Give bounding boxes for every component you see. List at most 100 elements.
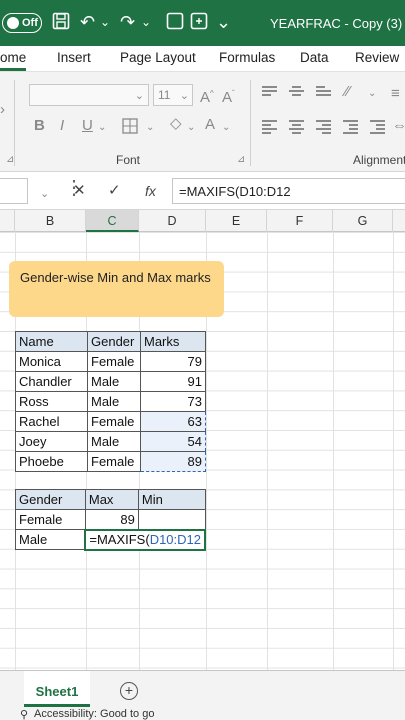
tab-data[interactable]: Data bbox=[300, 50, 329, 65]
sheet-tab-bar: Sheet1 + bbox=[0, 670, 405, 708]
chevron-down-icon[interactable]: ⌄ bbox=[222, 120, 230, 136]
table-cell[interactable]: Male bbox=[87, 391, 141, 412]
header-cell[interactable]: Name bbox=[15, 331, 88, 352]
column-header-h[interactable] bbox=[393, 210, 405, 232]
column-header-b[interactable]: B bbox=[15, 210, 86, 232]
fill-color-icon[interactable]: ◇ bbox=[170, 116, 182, 132]
align-top-icon[interactable] bbox=[262, 86, 277, 100]
accessibility-status[interactable]: Accessibility: Good to go bbox=[34, 708, 154, 720]
align-left-icon[interactable] bbox=[262, 120, 277, 134]
ribbon: › ⌄ 11 ⌄ A^ Aˇ B I U ⌄ ⌄ ◇ ⌄ A ⌄ Font ⊿ … bbox=[0, 72, 405, 172]
tab-insert[interactable]: Insert bbox=[57, 50, 91, 65]
table-cell[interactable]: 79 bbox=[140, 351, 206, 372]
table-cell[interactable]: Joey bbox=[15, 431, 88, 452]
table-cell[interactable]: Ross bbox=[15, 391, 88, 412]
tab-page-layout[interactable]: Page Layout bbox=[120, 50, 196, 65]
table-cell[interactable]: Monica bbox=[15, 351, 88, 372]
increase-indent-icon[interactable] bbox=[370, 120, 385, 134]
column-header-c[interactable]: C bbox=[86, 210, 139, 232]
add-sheet-icon[interactable]: + bbox=[120, 682, 138, 700]
undo-icon[interactable]: ↶ bbox=[80, 12, 95, 32]
font-color-icon[interactable]: A bbox=[205, 117, 215, 133]
table-cell[interactable]: Male bbox=[87, 431, 141, 452]
bold-button[interactable]: B bbox=[34, 118, 45, 134]
referenced-cell[interactable]: 89 bbox=[140, 451, 206, 472]
insert-function-icon[interactable]: fx bbox=[145, 183, 156, 199]
formula-input[interactable]: =MAXIFS(D10:D12 bbox=[172, 178, 405, 204]
table-cell[interactable]: Chandler bbox=[15, 371, 88, 392]
save-icon[interactable] bbox=[52, 12, 70, 34]
data-table: Name Gender Marks Monica Female 79 Chand… bbox=[15, 331, 206, 472]
font-size-select[interactable]: 11 ⌄ bbox=[153, 84, 193, 106]
table-cell[interactable]: Female bbox=[87, 451, 141, 472]
autosave-toggle[interactable]: Off bbox=[2, 13, 42, 33]
cancel-icon[interactable]: ✕ bbox=[73, 183, 86, 199]
table-header-row: Name Gender Marks bbox=[15, 331, 206, 352]
tab-review[interactable]: Review bbox=[355, 50, 399, 65]
referenced-cell[interactable]: 54 bbox=[140, 431, 206, 452]
chevron-down-icon[interactable]: ⌄ bbox=[98, 120, 106, 136]
increase-font-icon[interactable]: A^ bbox=[200, 86, 214, 106]
orientation-icon[interactable]: ⁄⁄ bbox=[345, 84, 350, 100]
note-box[interactable]: Gender-wise Min and Max marks bbox=[9, 261, 224, 317]
table-row: Male =MAXIFS(D10:D12 bbox=[15, 528, 206, 551]
table-cell[interactable]: Female bbox=[87, 411, 141, 432]
table-cell[interactable]: Female bbox=[15, 509, 86, 530]
autosave-label: Off bbox=[22, 17, 38, 29]
italic-button[interactable]: I bbox=[60, 118, 64, 134]
underline-button[interactable]: U bbox=[82, 118, 93, 134]
column-header-f[interactable]: F bbox=[267, 210, 333, 232]
chevron-left-icon[interactable]: › bbox=[0, 102, 5, 118]
more-commands-icon[interactable]: ⌄ bbox=[216, 12, 231, 32]
header-cell[interactable]: Gender bbox=[87, 331, 141, 352]
touch-mode-icon[interactable] bbox=[190, 12, 208, 34]
chevron-down-icon[interactable]: ⌄ bbox=[187, 120, 195, 136]
dialog-launcher-icon[interactable]: ⊿ bbox=[237, 152, 245, 168]
table-cell[interactable]: 91 bbox=[140, 371, 206, 392]
header-cell[interactable]: Max bbox=[84, 489, 139, 510]
table-cell[interactable] bbox=[137, 509, 206, 530]
align-right-icon[interactable] bbox=[316, 120, 331, 134]
accessibility-icon[interactable]: ⚲ bbox=[20, 708, 28, 720]
table-cell[interactable]: Rachel bbox=[15, 411, 88, 432]
decrease-indent-icon[interactable] bbox=[343, 120, 358, 134]
wrap-text-icon[interactable]: ≡ bbox=[391, 86, 400, 102]
referenced-cell[interactable]: 63 bbox=[140, 411, 206, 432]
column-header-g[interactable]: G bbox=[333, 210, 393, 232]
table-cell[interactable]: Male bbox=[87, 371, 141, 392]
new-sheet-icon[interactable] bbox=[166, 12, 184, 34]
dialog-launcher-icon[interactable]: ⊿ bbox=[6, 152, 14, 168]
header-cell[interactable]: Min bbox=[137, 489, 206, 510]
decrease-font-icon[interactable]: Aˇ bbox=[222, 86, 235, 106]
merge-center-icon[interactable]: ⇔ bbox=[392, 118, 405, 134]
redo-dropdown-icon[interactable]: ⌄ bbox=[141, 12, 151, 32]
font-name-select[interactable]: ⌄ bbox=[29, 84, 149, 106]
tab-home[interactable]: ome bbox=[0, 50, 27, 71]
align-middle-icon[interactable] bbox=[289, 86, 304, 100]
active-cell-editing[interactable]: =MAXIFS(D10:D12 bbox=[84, 528, 206, 551]
name-box-dropdown-icon[interactable]: ⌄ bbox=[40, 186, 49, 202]
chevron-down-icon[interactable]: ⌄ bbox=[368, 86, 376, 102]
chevron-down-icon[interactable]: ⌄ bbox=[146, 120, 154, 136]
align-center-icon[interactable] bbox=[289, 120, 304, 134]
table-cell[interactable]: 89 bbox=[84, 509, 139, 530]
column-headers: B C D E F G bbox=[0, 210, 405, 232]
column-header-e[interactable]: E bbox=[206, 210, 267, 232]
table-cell[interactable]: Male bbox=[15, 529, 86, 550]
tab-formulas[interactable]: Formulas bbox=[219, 50, 275, 65]
redo-icon[interactable]: ↷ bbox=[120, 12, 135, 32]
undo-dropdown-icon[interactable]: ⌄ bbox=[100, 12, 110, 32]
table-cell[interactable]: 73 bbox=[140, 391, 206, 412]
align-bottom-icon[interactable] bbox=[316, 86, 331, 100]
table-header-row: Gender Max Min bbox=[15, 489, 206, 510]
table-cell[interactable]: Female bbox=[87, 351, 141, 372]
column-header-d[interactable]: D bbox=[139, 210, 206, 232]
select-all-corner[interactable] bbox=[0, 210, 15, 232]
table-cell[interactable]: Phoebe bbox=[15, 451, 88, 472]
name-box[interactable] bbox=[0, 178, 28, 204]
sheet-tab[interactable]: Sheet1 bbox=[24, 671, 90, 707]
borders-icon[interactable] bbox=[122, 118, 138, 138]
header-cell[interactable]: Marks bbox=[140, 331, 206, 352]
header-cell[interactable]: Gender bbox=[15, 489, 86, 510]
enter-icon[interactable]: ✓ bbox=[108, 183, 121, 199]
